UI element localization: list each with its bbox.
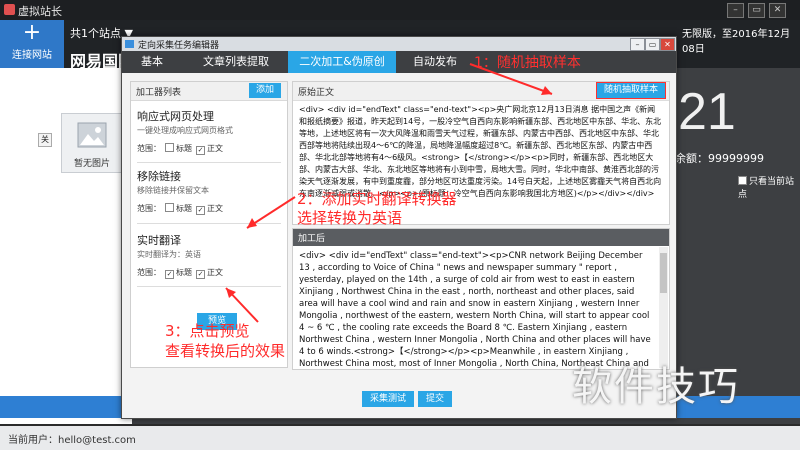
annotation-step3-line2: 查看转换后的效果 [165,342,286,360]
arrow-step1 [469,63,553,95]
annotation-step2-line2: 选择转换为英语 [297,209,403,227]
annotation-step3-line1: 3：点击预览 [165,322,250,340]
watermark: 软件技巧 [572,364,740,410]
annotation-step2-line1: 2：添加实时翻译转换器 [297,190,457,208]
